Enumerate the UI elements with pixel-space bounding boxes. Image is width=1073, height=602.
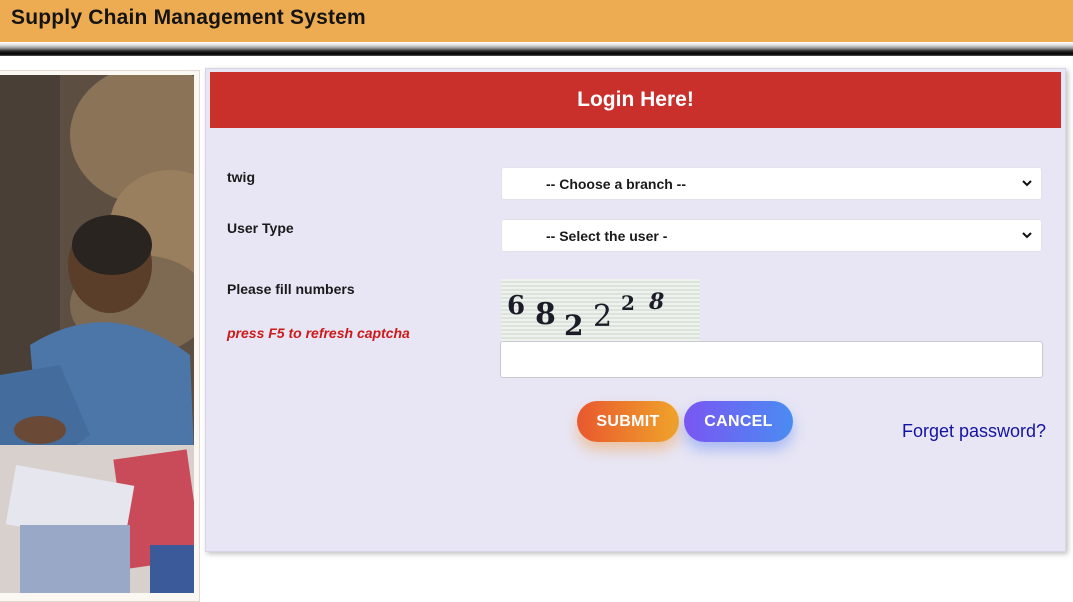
- login-panel: Login Here! twig -- Choose a branch -- U…: [205, 68, 1066, 552]
- captcha-char: 2: [621, 291, 635, 315]
- user-type-select[interactable]: -- Select the user -: [501, 219, 1042, 252]
- captcha-label: Please fill numbers: [227, 281, 355, 297]
- user-type-label: User Type: [227, 220, 294, 236]
- login-title: Login Here!: [210, 72, 1061, 128]
- header-divider: [0, 42, 1073, 56]
- captcha-char: 8: [535, 297, 556, 332]
- chevron-down-icon: [1022, 180, 1032, 187]
- forget-password-link[interactable]: Forget password?: [902, 421, 1046, 442]
- branch-select-value: -- Choose a branch --: [546, 176, 687, 192]
- captcha-input[interactable]: [500, 341, 1043, 378]
- submit-button[interactable]: SUBMIT: [577, 401, 679, 442]
- branch-select[interactable]: -- Choose a branch --: [501, 167, 1042, 200]
- branch-label: twig: [227, 169, 255, 185]
- app-title: Supply Chain Management System: [11, 6, 366, 29]
- captcha-hint: press F5 to refresh captcha: [227, 325, 410, 341]
- app-header: Supply Chain Management System: [0, 0, 1073, 42]
- captcha-image: 6 8 2 2 2 8: [501, 279, 700, 341]
- captcha-char: 2: [564, 309, 584, 341]
- worker-photo: [0, 75, 194, 593]
- captcha-char: 6: [507, 291, 526, 321]
- user-type-select-value: -- Select the user -: [546, 228, 668, 244]
- chevron-down-icon: [1022, 232, 1032, 239]
- cancel-button[interactable]: CANCEL: [684, 401, 793, 442]
- captcha-char: 2: [593, 299, 613, 334]
- captcha-char: 8: [649, 289, 665, 315]
